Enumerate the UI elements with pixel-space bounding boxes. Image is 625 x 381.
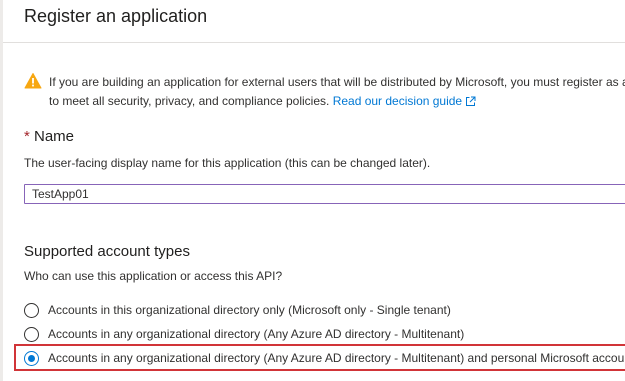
radio-label: Accounts in this organizational director… — [48, 303, 451, 317]
notice-text: If you are building an application for e… — [49, 73, 625, 111]
radio-button[interactable] — [24, 326, 39, 342]
left-panel-edge — [0, 0, 3, 381]
radio-button[interactable] — [24, 302, 39, 318]
decision-guide-link-label: Read our decision guide — [332, 94, 463, 108]
account-type-option-multitenant[interactable]: Accounts in any organizational directory… — [24, 324, 464, 344]
required-indicator: * — [24, 128, 30, 145]
name-description: The user-facing display name for this ap… — [24, 156, 431, 170]
warning-icon — [24, 73, 42, 89]
selection-highlight-box — [14, 344, 625, 371]
external-link-icon — [466, 96, 476, 106]
notice-line-1: If you are building an application for e… — [49, 75, 625, 89]
account-types-title: Supported account types — [24, 243, 190, 260]
notice-line-2: to meet all security, privacy, and compl… — [49, 92, 625, 111]
blade-header: Register an application — [3, 0, 625, 43]
account-type-option-single-tenant[interactable]: Accounts in this organizational director… — [24, 300, 451, 320]
account-types-question: Who can use this application or access t… — [24, 269, 283, 283]
decision-guide-link[interactable]: Read our decision guide — [333, 94, 476, 108]
page-title: Register an application — [24, 6, 208, 26]
name-input[interactable] — [24, 184, 625, 204]
name-label: Name — [34, 128, 75, 145]
radio-label: Accounts in any organizational directory… — [48, 327, 465, 341]
notice-line-2-text: to meet all security, privacy, and compl… — [49, 94, 330, 108]
